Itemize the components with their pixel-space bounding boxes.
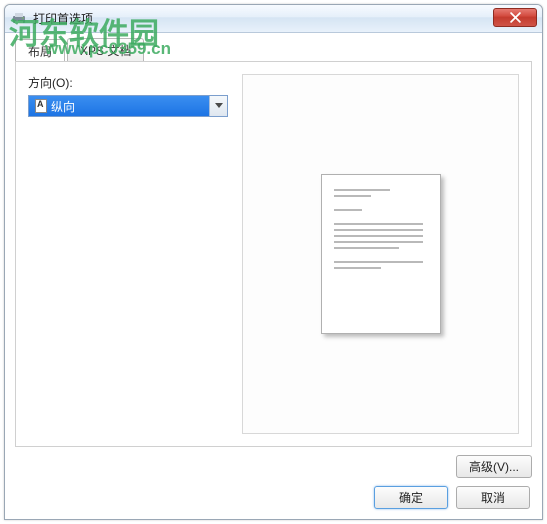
advanced-row: 高级(V)...: [15, 455, 532, 478]
dialog-footer: 确定 取消: [15, 478, 532, 509]
orientation-dropdown-arrow[interactable]: [209, 96, 227, 116]
cancel-button[interactable]: 取消: [456, 486, 530, 509]
orientation-value: 纵向: [51, 98, 75, 115]
tab-xps-document[interactable]: XPS 文档: [67, 38, 144, 61]
chevron-down-icon: [215, 103, 223, 109]
print-preferences-window: 打印首选项 河东软件园 www.pc0359.cn 布局 XPS 文档 方向(O…: [4, 4, 543, 520]
orientation-group: 方向(O): 纵向: [28, 74, 228, 434]
window-title: 打印首选项: [33, 10, 93, 27]
orientation-label: 方向(O):: [28, 74, 228, 91]
close-button[interactable]: [493, 8, 537, 27]
tab-strip: 布局 XPS 文档: [15, 39, 532, 61]
ok-button[interactable]: 确定: [374, 486, 448, 509]
close-icon: [510, 12, 521, 23]
printer-app-icon: [11, 11, 27, 27]
advanced-button[interactable]: 高级(V)...: [456, 455, 532, 478]
tab-layout[interactable]: 布局: [15, 39, 65, 62]
orientation-combobox[interactable]: 纵向: [28, 95, 228, 117]
titlebar: 打印首选项: [5, 5, 542, 33]
layout-panel: 方向(O): 纵向: [15, 61, 532, 447]
orientation-selected: 纵向: [29, 96, 209, 116]
page-preview-portrait: [321, 174, 441, 334]
page-preview-area: [242, 74, 519, 434]
portrait-page-icon: [35, 99, 47, 113]
client-area: 布局 XPS 文档 方向(O): 纵向: [5, 33, 542, 519]
